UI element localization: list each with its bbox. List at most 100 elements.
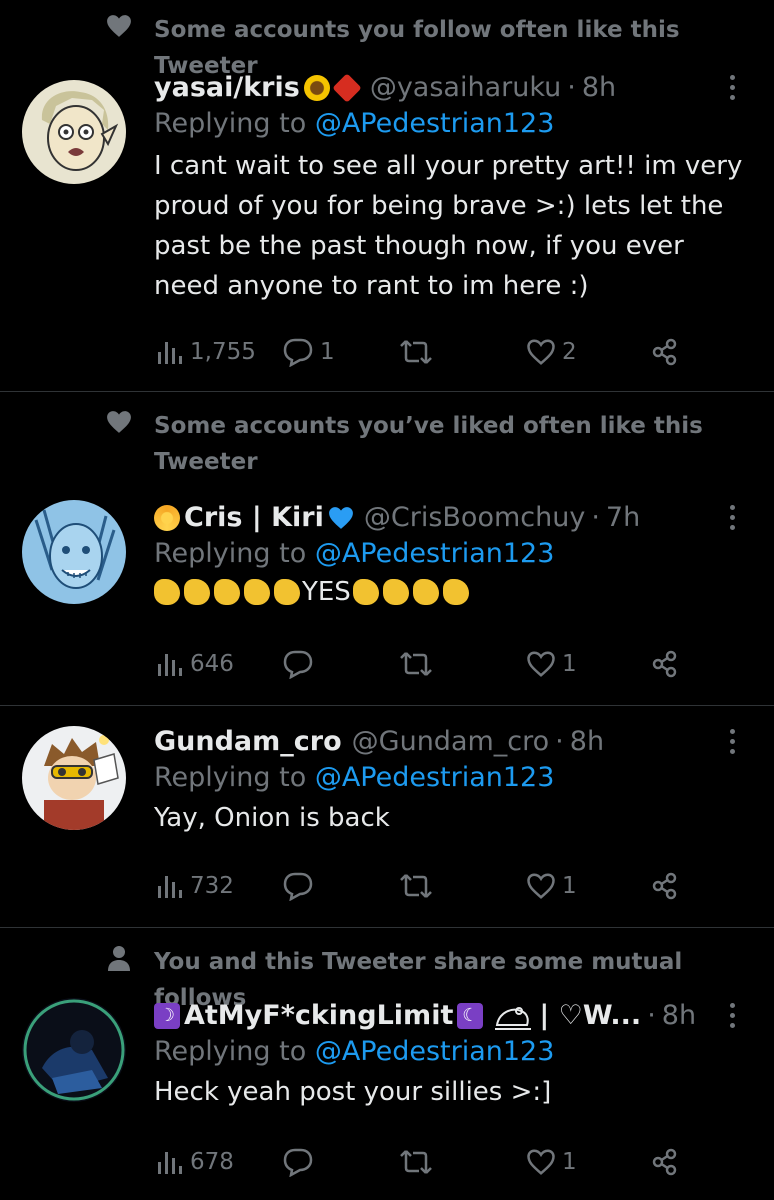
reply-button[interactable]	[282, 1147, 320, 1177]
like-button[interactable]: 2	[526, 338, 577, 366]
retweet-icon	[400, 1150, 432, 1174]
social-context-text: Some accounts you’ve liked often like th…	[154, 413, 703, 475]
reply-button[interactable]	[282, 871, 320, 901]
reply-button[interactable]	[282, 649, 320, 679]
tweet-text: YES	[302, 577, 351, 607]
separator-dot: ·	[647, 1000, 656, 1031]
retweet-button[interactable]	[398, 1147, 440, 1177]
tweet-content: ☽ AtMyF*ckingLimit ☾ | ♡W... · 8h Replyi…	[154, 998, 744, 1112]
like-button[interactable]: 1	[526, 650, 577, 678]
like-button[interactable]: 1	[526, 1148, 577, 1176]
more-dots-icon[interactable]	[720, 998, 744, 1034]
views-button[interactable]: 678	[154, 1148, 234, 1176]
maple-leaf-emoji	[332, 73, 362, 103]
tweet-content: yasai/kris @yasaiharuku · 8h Replying to…	[154, 70, 744, 306]
clapping-hands-emojis	[352, 579, 469, 605]
mention-link[interactable]: @APedestrian123	[315, 762, 555, 793]
more-dots-icon[interactable]	[720, 724, 744, 760]
user-handle[interactable]: @yasaiharuku	[370, 70, 561, 106]
avatar[interactable]	[22, 80, 126, 184]
mention-link[interactable]: @APedestrian123	[315, 538, 555, 569]
like-count: 2	[562, 339, 577, 365]
views-count: 678	[190, 1149, 234, 1175]
heart-outline-icon	[527, 1149, 555, 1175]
heart-outline-icon	[527, 651, 555, 677]
tweet-card[interactable]: You and this Tweeter share some mutual f…	[0, 928, 774, 1200]
action-bar: 1,755 1 2	[154, 332, 704, 372]
display-name[interactable]: Gundam_cro	[154, 724, 342, 760]
replying-to: Replying to @APedestrian123	[154, 760, 744, 796]
avatar[interactable]	[22, 998, 126, 1102]
share-icon	[652, 650, 677, 678]
share-icon	[652, 872, 677, 900]
tweet-text: Heck yeah post your sillies >:]	[154, 1077, 552, 1107]
crescent-moon-emoji: ☾	[457, 1003, 484, 1029]
share-icon	[652, 1148, 677, 1176]
share-button[interactable]	[650, 1147, 680, 1177]
user-handle[interactable]: @Gundam_cro	[352, 724, 550, 760]
share-button[interactable]	[650, 649, 680, 679]
retweet-icon	[400, 652, 432, 676]
action-bar: 646 1	[154, 644, 704, 684]
replying-prefix: Replying to	[154, 538, 307, 569]
social-context: Some accounts you’ve liked often like th…	[104, 408, 714, 480]
tweet-header: ☽ AtMyF*ckingLimit ☾ | ♡W... · 8h	[154, 998, 744, 1034]
tweet-card[interactable]: Gundam_cro @Gundam_cro · 8h Replying to …	[0, 706, 774, 928]
frog-emoji	[493, 1001, 533, 1031]
avatar[interactable]	[22, 500, 126, 604]
share-icon	[652, 338, 677, 366]
speech-bubble-icon	[283, 338, 313, 367]
more-dots-icon[interactable]	[720, 70, 744, 106]
timestamp[interactable]: 8h	[582, 70, 616, 106]
tweet-text: I cant wait to see all your pretty art!!…	[154, 151, 743, 301]
tweet-card[interactable]: Some accounts you follow often like this…	[0, 0, 774, 392]
bar-chart-icon	[158, 876, 182, 898]
display-name[interactable]: AtMyF*ckingLimit	[184, 998, 453, 1034]
action-bar: 678 1	[154, 1142, 704, 1182]
like-button[interactable]: 1	[526, 872, 577, 900]
views-button[interactable]: 732	[154, 872, 234, 900]
speech-bubble-icon	[283, 1148, 313, 1177]
views-count: 646	[190, 651, 234, 677]
retweet-button[interactable]	[398, 649, 440, 679]
views-button[interactable]: 646	[154, 650, 234, 678]
mention-link[interactable]: @APedestrian123	[315, 1036, 555, 1067]
heart-icon	[104, 14, 134, 38]
avatar[interactable]	[22, 726, 126, 830]
display-name[interactable]: Cris | Kiri	[184, 500, 324, 536]
clapping-hands-emojis	[154, 579, 300, 605]
retweet-button[interactable]	[398, 871, 440, 901]
tweet-content: Gundam_cro @Gundam_cro · 8h Replying to …	[154, 724, 744, 838]
bar-chart-icon	[158, 1152, 182, 1174]
display-name-suffix[interactable]: | ♡W...	[539, 998, 641, 1034]
replying-to: Replying to @APedestrian123	[154, 106, 744, 142]
mention-link[interactable]: @APedestrian123	[315, 108, 555, 139]
heart-outline-icon	[527, 339, 555, 365]
reply-button[interactable]: 1	[282, 337, 335, 367]
tweet-header: yasai/kris @yasaiharuku · 8h	[154, 70, 744, 106]
tweet-card[interactable]: Some accounts you’ve liked often like th…	[0, 392, 774, 706]
timeline-feed: Some accounts you follow often like this…	[0, 0, 774, 1200]
views-button[interactable]: 1,755	[154, 338, 256, 366]
share-button[interactable]	[650, 871, 680, 901]
more-dots-icon[interactable]	[720, 500, 744, 536]
views-count: 732	[190, 873, 234, 899]
tweet-text-row: YES	[154, 572, 744, 612]
tweet-content: Cris | Kiri @CrisBoomchuy · 7h Replying …	[154, 500, 744, 612]
separator-dot: ·	[555, 726, 564, 757]
user-handle[interactable]: @CrisBoomchuy	[364, 500, 585, 536]
separator-dot: ·	[591, 502, 600, 533]
timestamp[interactable]: 7h	[606, 500, 640, 536]
retweet-button[interactable]	[398, 337, 440, 367]
replying-prefix: Replying to	[154, 1036, 307, 1067]
blue-heart-emoji	[328, 506, 354, 530]
timestamp[interactable]: 8h	[570, 724, 604, 760]
heart-outline-icon	[527, 873, 555, 899]
separator-dot: ·	[567, 72, 576, 103]
heart-icon	[104, 410, 134, 434]
tweet-header: Cris | Kiri @CrisBoomchuy · 7h	[154, 500, 744, 536]
timestamp[interactable]: 8h	[662, 998, 696, 1034]
replying-prefix: Replying to	[154, 108, 307, 139]
display-name[interactable]: yasai/kris	[154, 70, 300, 106]
share-button[interactable]	[650, 337, 680, 367]
